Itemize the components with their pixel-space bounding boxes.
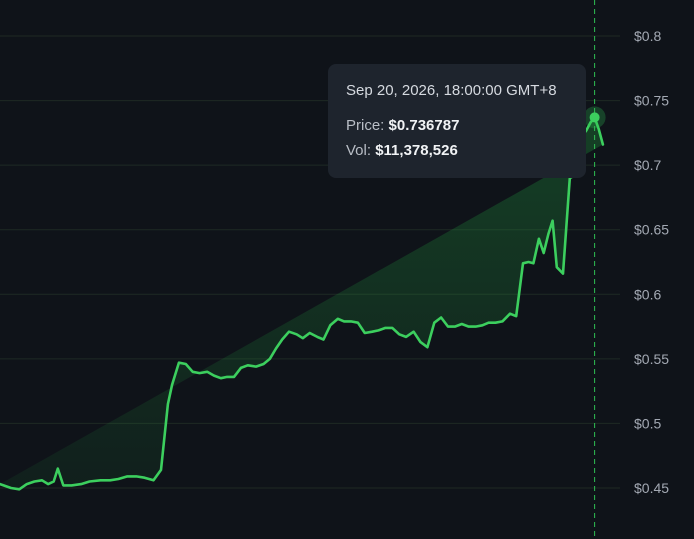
- y-tick-label: $0.8: [634, 28, 661, 44]
- tooltip-price-value: $0.736787: [388, 117, 460, 134]
- y-tick-label: $0.7: [634, 157, 661, 173]
- tooltip-vol-value: $11,378,526: [375, 142, 458, 159]
- y-tick-label: $0.65: [634, 222, 669, 238]
- y-tick-label: $0.45: [634, 480, 669, 496]
- price-tooltip: Sep 20, 2026, 18:00:00 GMT+8 Price: $0.7…: [328, 64, 586, 178]
- highlight-point: [589, 112, 600, 123]
- tooltip-price-row: Price: $0.736787: [346, 117, 568, 134]
- y-tick-label: $0.55: [634, 351, 669, 367]
- y-tick-label: $0.5: [634, 415, 661, 431]
- y-tick-label: $0.75: [634, 93, 669, 109]
- tooltip-date: Sep 20, 2026, 18:00:00 GMT+8: [346, 82, 557, 99]
- tooltip-vol-row: Vol: $11,378,526: [346, 142, 568, 159]
- tooltip-vol-label: Vol:: [346, 142, 372, 159]
- crosshair: [583, 0, 606, 539]
- tooltip-price-label: Price:: [346, 117, 385, 134]
- y-tick-label: $0.6: [634, 286, 661, 302]
- y-axis-ticks: $0.8 $0.75 $0.7 $0.65 $0.6 $0.55 $0.5 $0.45: [634, 28, 669, 496]
